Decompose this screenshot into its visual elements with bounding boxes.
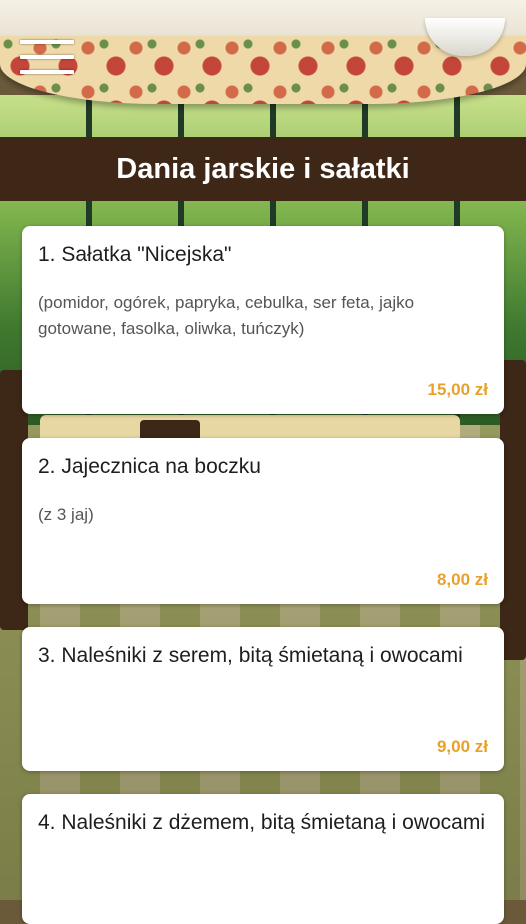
- menu-item-price: 15,00 zł: [427, 380, 489, 399]
- menu-item-price: 8,00 zł: [436, 570, 488, 589]
- page-title: Dania jarskie i sałatki: [116, 152, 410, 185]
- menu-item-name: 2. Jajecznica na boczku: [38, 455, 261, 478]
- hamburger-line: [20, 55, 74, 59]
- category-title-bar: Dania jarskie i sałatki: [0, 137, 526, 201]
- hamburger-menu-icon[interactable]: [20, 40, 74, 76]
- menu-item-description: (z 3 jaj): [38, 505, 94, 524]
- menu-item-name: 1. Sałatka "Nicejska": [38, 243, 232, 266]
- menu-item-name: 4. Naleśniki z dżemem, bitą śmietaną i o…: [38, 811, 486, 834]
- menu-item-card[interactable]: 2. Jajecznica na boczku (z 3 jaj) 8,00 z…: [22, 438, 504, 604]
- menu-item-description: (pomidor, ogórek, papryka, cebulka, ser …: [38, 293, 415, 338]
- menu-item-card[interactable]: 4. Naleśniki z dżemem, bitą śmietaną i o…: [22, 794, 504, 924]
- hamburger-line: [20, 40, 74, 44]
- hamburger-line: [20, 70, 74, 74]
- menu-item-name: 3. Naleśniki z serem, bitą śmietaną i ow…: [38, 644, 463, 667]
- menu-item-card[interactable]: 1. Sałatka "Nicejska" (pomidor, ogórek, …: [22, 226, 504, 414]
- menu-item-price: 9,00 zł: [436, 737, 488, 756]
- menu-item-card[interactable]: 3. Naleśniki z serem, bitą śmietaną i ow…: [22, 627, 504, 771]
